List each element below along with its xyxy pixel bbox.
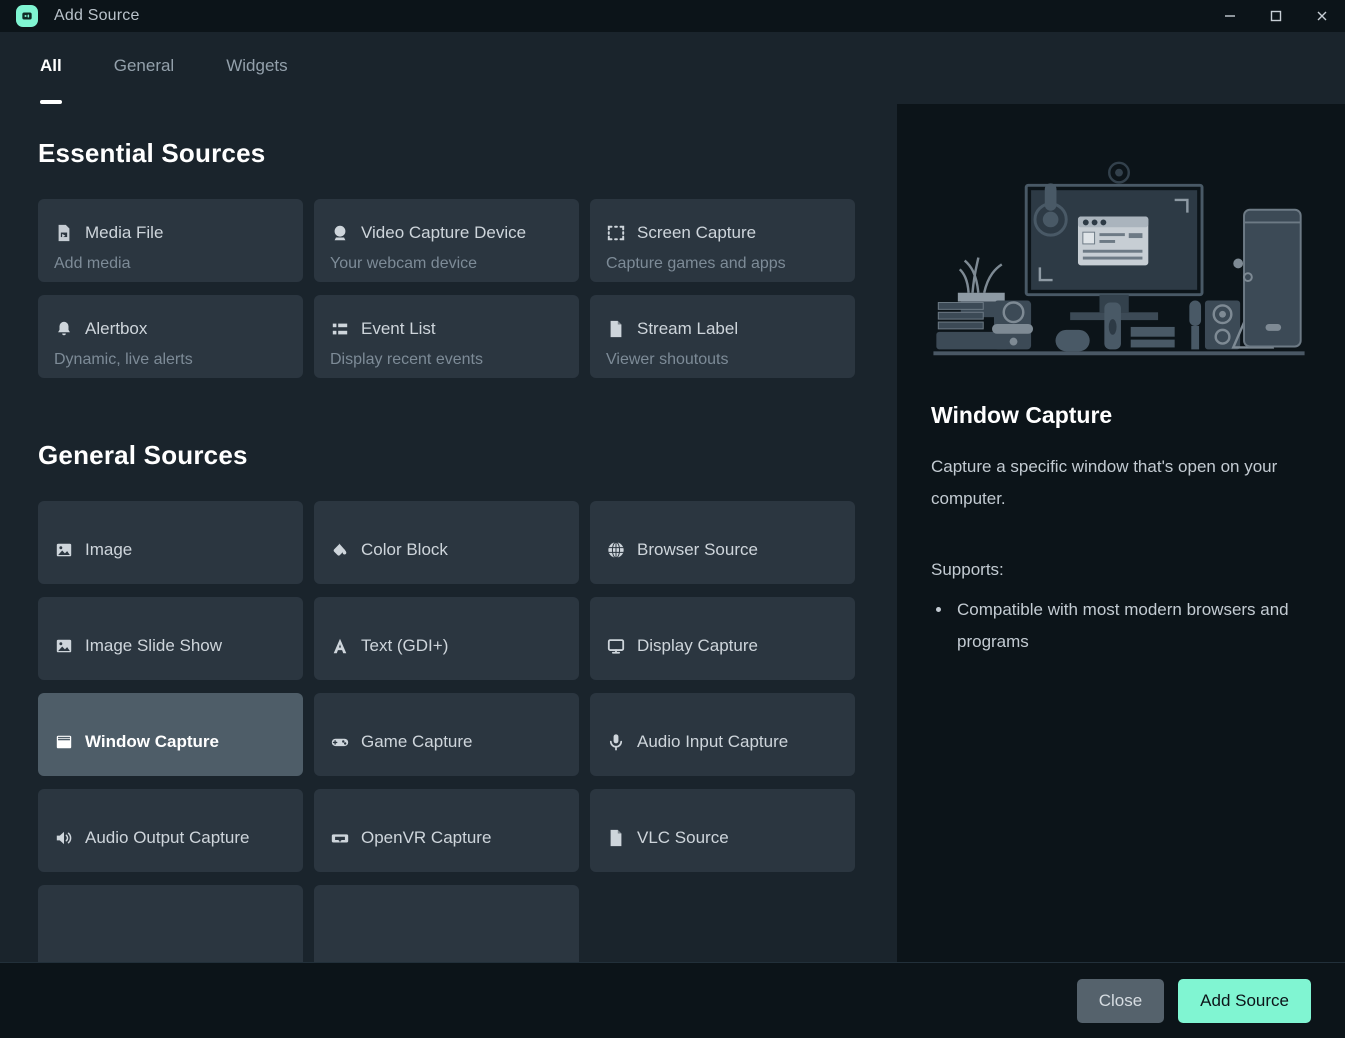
source-card-label: Event List bbox=[361, 319, 436, 338]
source-card-subtitle: Add media bbox=[54, 255, 131, 272]
source-card-label: Image Slide Show bbox=[85, 635, 223, 655]
source-card-alertbox[interactable]: Alertbox Dynamic, live alerts bbox=[38, 295, 303, 378]
add-source-button[interactable]: Add Source bbox=[1178, 978, 1311, 1023]
source-card-stream-label[interactable]: Stream Label Viewer shoutouts bbox=[590, 295, 855, 378]
microphone-icon bbox=[606, 732, 626, 752]
source-card-window-capture[interactable]: Window Capture bbox=[38, 693, 303, 776]
detail-supports-label: Supports: bbox=[931, 559, 1004, 579]
tab-all[interactable]: All bbox=[14, 56, 88, 104]
source-card-label: Video Capture Device bbox=[361, 223, 527, 242]
source-card-label: Game Capture bbox=[361, 731, 473, 751]
close-button[interactable]: Close bbox=[1076, 978, 1165, 1023]
source-card-openvr-capture[interactable]: OpenVR Capture bbox=[314, 789, 579, 872]
general-sources-grid: Image Color Block Browser Source Image Slid… bbox=[38, 501, 859, 962]
source-card-label: Window Capture bbox=[85, 731, 219, 751]
source-card-label: Media File bbox=[85, 223, 164, 242]
detail-description: Capture a specific window that's open on… bbox=[931, 457, 1278, 509]
essential-sources-grid: Media File Add media Video Capture Device Y… bbox=[38, 199, 859, 378]
title-bar: Add Source bbox=[0, 0, 1345, 32]
source-card-audio-output-capture[interactable]: Audio Output Capture bbox=[38, 789, 303, 872]
section-essential-sources: Essential Sources Media File Add media Vid… bbox=[38, 138, 859, 378]
section-title: Essential Sources bbox=[38, 138, 266, 168]
maximize-button[interactable] bbox=[1253, 0, 1299, 32]
source-card-screen-capture[interactable]: Screen Capture Capture games and apps bbox=[590, 199, 855, 282]
source-card-display-capture[interactable]: Display Capture bbox=[590, 597, 855, 680]
window-controls bbox=[1207, 0, 1345, 32]
detail-title: Window Capture bbox=[931, 402, 1113, 428]
document-icon bbox=[606, 828, 626, 848]
tab-general[interactable]: General bbox=[88, 56, 200, 104]
paint-bucket-icon bbox=[330, 540, 350, 560]
detail-supports-list: Compatible with most modern browsers and… bbox=[953, 594, 1303, 659]
source-list-scroll-area[interactable]: Essential Sources Media File Add media Vid… bbox=[0, 104, 897, 962]
source-card-color-block[interactable]: Color Block bbox=[314, 501, 579, 584]
source-card-image[interactable]: Image bbox=[38, 501, 303, 584]
source-card-label: OpenVR Capture bbox=[361, 827, 492, 847]
tab-bar: All General Widgets bbox=[0, 32, 897, 104]
source-card-label: Stream Label bbox=[637, 319, 739, 338]
section-general-sources: General Sources Image Color Block Browser … bbox=[38, 440, 859, 962]
document-icon bbox=[606, 319, 626, 339]
speaker-icon bbox=[54, 828, 74, 848]
source-card-event-list[interactable]: Event List Display recent events bbox=[314, 295, 579, 378]
streamlabs-logo-icon bbox=[16, 5, 38, 27]
source-card-subtitle: Capture games and apps bbox=[606, 255, 786, 272]
source-card-label: Text (GDI+) bbox=[361, 635, 449, 655]
source-card-placeholder[interactable] bbox=[38, 885, 303, 962]
source-card-label: Audio Output Capture bbox=[85, 827, 250, 847]
screen-capture-icon bbox=[606, 223, 626, 243]
source-card-subtitle: Display recent events bbox=[330, 351, 483, 368]
source-detail-panel: Window Capture Capture a specific window… bbox=[897, 104, 1345, 962]
source-card-subtitle: Your webcam device bbox=[330, 255, 478, 272]
add-source-dialog: Add Source All General Widgets Essential… bbox=[0, 0, 1345, 1038]
source-card-placeholder[interactable] bbox=[314, 885, 579, 962]
source-card-label: Color Block bbox=[361, 539, 448, 559]
desk-setup-illustration bbox=[933, 161, 1305, 356]
bell-icon bbox=[54, 319, 74, 339]
tab-widgets[interactable]: Widgets bbox=[200, 56, 313, 104]
source-card-image-slide-show[interactable]: Image Slide Show bbox=[38, 597, 303, 680]
image-icon bbox=[54, 540, 74, 560]
window-title: Add Source bbox=[54, 7, 140, 24]
source-card-text-gdi[interactable]: Text (GDI+) bbox=[314, 597, 579, 680]
image-icon bbox=[54, 636, 74, 656]
source-card-label: Screen Capture bbox=[637, 223, 757, 242]
source-card-label: Browser Source bbox=[637, 539, 758, 559]
source-card-video-capture-device[interactable]: Video Capture Device Your webcam device bbox=[314, 199, 579, 282]
globe-icon bbox=[606, 540, 626, 560]
webcam-icon bbox=[330, 223, 350, 243]
vr-headset-icon bbox=[330, 828, 350, 848]
window-icon bbox=[54, 732, 74, 752]
text-a-icon bbox=[330, 636, 350, 656]
source-card-label: VLC Source bbox=[637, 827, 729, 847]
gamepad-icon bbox=[330, 732, 350, 752]
list-icon bbox=[330, 319, 350, 339]
source-card-label: Alertbox bbox=[85, 319, 148, 338]
source-card-audio-input-capture[interactable]: Audio Input Capture bbox=[590, 693, 855, 776]
source-card-vlc-source[interactable]: VLC Source bbox=[590, 789, 855, 872]
source-card-label: Display Capture bbox=[637, 635, 758, 655]
dialog-body: Essential Sources Media File Add media Vid… bbox=[0, 104, 1345, 962]
source-card-browser-source[interactable]: Browser Source bbox=[590, 501, 855, 584]
dialog-footer: Close Add Source bbox=[0, 962, 1345, 1038]
media-file-icon bbox=[54, 223, 74, 243]
source-card-label: Audio Input Capture bbox=[637, 731, 789, 751]
source-card-label: Image bbox=[85, 539, 133, 559]
source-card-game-capture[interactable]: Game Capture bbox=[314, 693, 579, 776]
close-window-button[interactable] bbox=[1299, 0, 1345, 32]
source-card-subtitle: Viewer shoutouts bbox=[606, 351, 729, 368]
section-title: General Sources bbox=[38, 440, 248, 470]
list-item: Compatible with most modern browsers and… bbox=[953, 594, 1303, 659]
monitor-icon bbox=[606, 636, 626, 656]
minimize-button[interactable] bbox=[1207, 0, 1253, 32]
source-card-media-file[interactable]: Media File Add media bbox=[38, 199, 303, 282]
source-card-subtitle: Dynamic, live alerts bbox=[54, 351, 193, 368]
